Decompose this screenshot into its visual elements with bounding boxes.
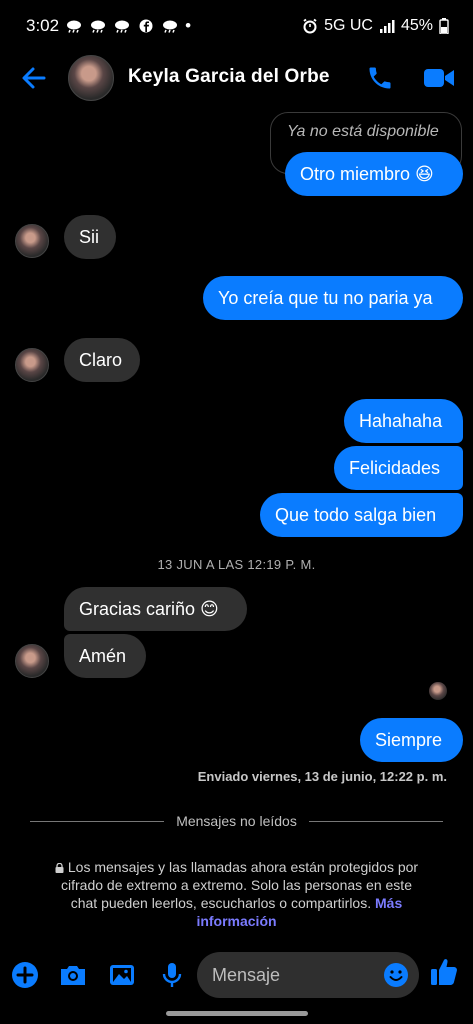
video-camera-icon[interactable] bbox=[423, 66, 455, 90]
unread-divider: Mensajes no leídos bbox=[30, 812, 444, 830]
contact-avatar[interactable] bbox=[68, 55, 114, 101]
status-dot: • bbox=[185, 16, 192, 35]
encryption-notice: Los mensajes y las llamadas ahora están … bbox=[50, 858, 423, 930]
lock-icon bbox=[55, 863, 64, 873]
network-label: 5G UC bbox=[324, 17, 373, 34]
microphone-icon[interactable] bbox=[157, 960, 187, 990]
thumbs-up-icon[interactable] bbox=[429, 956, 459, 988]
incoming-message[interactable]: Claro bbox=[64, 338, 140, 382]
message-text: Yo creía que tu no paria ya bbox=[218, 287, 433, 308]
message-text: Hahahaha bbox=[359, 410, 443, 431]
battery-icon bbox=[439, 18, 449, 34]
weather-rain-icon bbox=[115, 20, 130, 33]
message-text: Otro miembro 😆 bbox=[300, 163, 434, 184]
divider-line bbox=[30, 820, 165, 822]
outgoing-message[interactable]: Otro miembro 😆 bbox=[285, 152, 463, 196]
facebook-icon bbox=[139, 19, 153, 33]
outgoing-message[interactable]: Siempre bbox=[360, 718, 463, 762]
reply-preview-text: Ya no está disponible bbox=[287, 123, 439, 140]
signal-icon bbox=[379, 20, 395, 33]
weather-rain-icon bbox=[91, 20, 106, 33]
incoming-message[interactable]: Sii bbox=[64, 215, 116, 259]
outgoing-message[interactable]: Hahahaha bbox=[344, 399, 463, 443]
message-input[interactable]: Mensaje bbox=[197, 952, 419, 998]
battery-percent: 45% bbox=[400, 17, 433, 34]
camera-icon[interactable] bbox=[58, 960, 88, 990]
gesture-handle bbox=[166, 1011, 308, 1016]
message-text: Sii bbox=[79, 226, 100, 247]
message-text: Que todo salga bien bbox=[275, 504, 437, 525]
divider-line bbox=[308, 820, 444, 822]
chat-header: Keyla Garcia del Orbe bbox=[0, 52, 473, 104]
outgoing-message[interactable]: Yo creía que tu no paria ya bbox=[203, 276, 463, 320]
unread-label: Mensajes no leídos bbox=[176, 813, 297, 829]
emoji-icon[interactable] bbox=[383, 962, 409, 988]
status-time: 3:02 bbox=[26, 16, 60, 35]
weather-rain-icon bbox=[67, 20, 82, 33]
contact-name[interactable]: Keyla Garcia del Orbe bbox=[128, 66, 330, 88]
message-text: Felicidades bbox=[349, 457, 441, 478]
status-bar: 3:02 • 5G UC 45% bbox=[0, 0, 473, 52]
composer-bar: Mensaje bbox=[0, 950, 473, 1000]
conversation-timestamp: 13 JUN A LAS 12:19 P. M. bbox=[157, 557, 316, 572]
outgoing-message[interactable]: Que todo salga bien bbox=[260, 493, 463, 537]
message-placeholder: Mensaje bbox=[212, 964, 281, 985]
message-text: Siempre bbox=[375, 729, 443, 750]
seen-avatar bbox=[429, 682, 447, 700]
incoming-message[interactable]: Gracias cariño 😊 bbox=[64, 587, 247, 631]
encryption-text: Los mensajes y las llamadas ahora están … bbox=[61, 859, 419, 911]
message-text: Amén bbox=[79, 645, 127, 666]
sender-avatar[interactable] bbox=[15, 224, 49, 258]
message-text: Claro bbox=[79, 349, 123, 370]
alarm-icon bbox=[303, 18, 317, 34]
back-arrow-icon[interactable] bbox=[20, 64, 48, 92]
weather-rain-icon bbox=[163, 20, 178, 33]
outgoing-message[interactable]: Felicidades bbox=[334, 446, 463, 490]
plus-icon[interactable] bbox=[10, 960, 40, 990]
sender-avatar[interactable] bbox=[15, 348, 49, 382]
incoming-message[interactable]: Amén bbox=[64, 634, 146, 678]
sent-status: Enviado viernes, 13 de junio, 12:22 p. m… bbox=[197, 769, 447, 784]
message-text: Gracias cariño 😊 bbox=[79, 598, 219, 619]
sender-avatar[interactable] bbox=[15, 644, 49, 678]
phone-icon[interactable] bbox=[366, 64, 394, 92]
gallery-icon[interactable] bbox=[107, 960, 137, 990]
